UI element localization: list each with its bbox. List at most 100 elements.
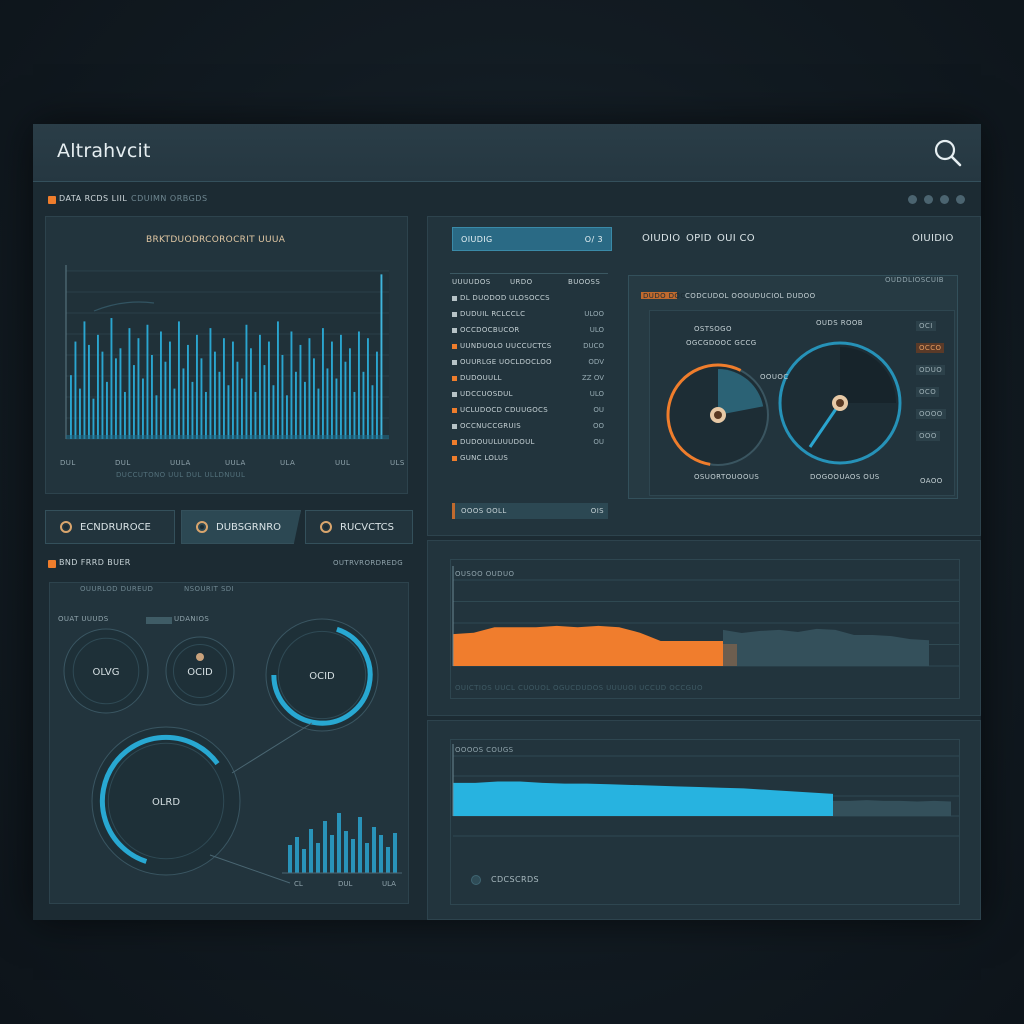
- gauge-legend-item: OCO: [916, 387, 940, 397]
- list-bullet-icon: [452, 424, 457, 429]
- bar-chart-bar: [340, 334, 342, 439]
- overview-header-item-2[interactable]: OPID: [686, 233, 712, 244]
- overview-select[interactable]: OIUDIG O/ 3: [452, 227, 612, 251]
- blue-area-inner: OOOOS COUGS CDCSCRDS: [450, 739, 960, 905]
- list-header-col-3: BUOOSS: [568, 278, 601, 286]
- bar-chart-bar: [115, 358, 117, 439]
- bar-chart-bar: [272, 385, 275, 439]
- list-bullet-icon: [452, 408, 457, 413]
- bar-chart-title: BRKTDUODRCOROCRIT UUUA: [146, 235, 286, 245]
- bar-chart-bar: [146, 324, 149, 439]
- gauge-panel-right-tag: OUDDLIOSCUIB: [885, 276, 945, 284]
- list-item-value: OO: [592, 422, 604, 430]
- bar-chart-x-tick: ULA: [280, 459, 296, 467]
- list-item-label: UUNDUOLO UUCCUCTCS: [460, 342, 552, 350]
- list-footer-select[interactable]: OOOS OOLL OIS: [452, 503, 608, 519]
- list-item[interactable]: OUURLGE UOCLDOCLOO ODV: [450, 356, 606, 372]
- tab-dashboard[interactable]: DUBSGRNRO: [181, 510, 301, 544]
- list-item-label: OCCDOCBUCOR: [460, 326, 520, 334]
- gauge1-bottom: OSUORTOUOOUS: [694, 473, 760, 481]
- bar-chart-bar: [79, 388, 81, 439]
- bar-chart-bar: [124, 391, 126, 439]
- ring-gauges: OLVG OCID OCID OLRD CL DUL ULA: [63, 618, 402, 888]
- tab-reports[interactable]: RUCVCTCS: [305, 510, 413, 544]
- window-dots[interactable]: [908, 195, 965, 204]
- bar-chart-bar: [245, 324, 248, 439]
- list-item[interactable]: UUNDUOLO UUCCUCTCS DUCO: [450, 340, 606, 356]
- blue-legend-label[interactable]: CDCSCRDS: [491, 875, 539, 884]
- list-item-value: ULOO: [584, 310, 604, 318]
- list-bullet-icon: [452, 392, 457, 397]
- bar-chart-bar: [331, 341, 333, 439]
- orange-area-panel: OUSOO OUDUO OUICTIOS UUCL CUOUOL OGUCDUD…: [427, 540, 981, 716]
- bar-chart-bar: [322, 328, 324, 439]
- bar-chart-bar: [133, 365, 135, 439]
- bar-chart-bar: [151, 355, 153, 439]
- list-item-value: ODV: [588, 358, 604, 366]
- list-bullet-icon: [452, 376, 457, 381]
- orange-area-fill: [453, 625, 723, 666]
- list-item-value: ULO: [589, 326, 604, 334]
- window-dot[interactable]: [940, 195, 949, 204]
- bar-chart-bar: [97, 334, 99, 439]
- circle-icon: [196, 521, 208, 533]
- list-item[interactable]: OCCNUCCGRUIS OO: [450, 420, 606, 436]
- bar-chart-bar: [250, 348, 252, 439]
- list-item[interactable]: DUDUIL RCLCCLC ULOO: [450, 308, 606, 324]
- list-item[interactable]: OCCDOCBUCOR ULO: [450, 324, 606, 340]
- dashboard-window: Altrahvcit DATA RCDS LIIL CDUIMN ORBGDS …: [33, 124, 981, 920]
- list-item-label: OUURLGE UOCLDOCLOO: [460, 358, 552, 366]
- mini-bar: [344, 831, 348, 873]
- window-dot[interactable]: [908, 195, 917, 204]
- bar-chart-bar: [335, 378, 338, 439]
- ring-gauge-label: OLRD: [152, 797, 180, 808]
- window-dot[interactable]: [956, 195, 965, 204]
- mini-bar: [386, 847, 390, 873]
- list-item[interactable]: DL DUODOD ULOSOCCS: [450, 292, 606, 308]
- bar-chart-bar: [155, 395, 158, 439]
- window-dot[interactable]: [924, 195, 933, 204]
- gauge-legend-item: OCI: [916, 321, 936, 331]
- list-item[interactable]: UDCCUOSDUL ULO: [450, 388, 606, 404]
- mini-bar: [393, 833, 397, 873]
- gauge-bottom-right: OAOO: [920, 477, 943, 485]
- overview-header-right[interactable]: OIUIDIO: [912, 233, 954, 244]
- tab-overview[interactable]: ECNDRUROCE: [45, 510, 175, 544]
- list-bullet-icon: [452, 456, 457, 461]
- gauges-section-right-label: OUTRVRORDREDG: [333, 559, 404, 567]
- app-title: Altrahvcit: [57, 140, 151, 162]
- overview-header-item-3[interactable]: OUI CO: [717, 233, 755, 244]
- search-icon[interactable]: [933, 138, 963, 168]
- list-item[interactable]: DUDOUULUUUDOUL OU: [450, 436, 606, 452]
- list-item-label: DUDUIL RCLCCLC: [460, 310, 526, 318]
- mini-bar: [351, 839, 355, 873]
- overview-panel: OIUDIG O/ 3 OIUDIO OPID OUI CO OIUIDIO U…: [427, 216, 981, 536]
- bar-chart-bar: [101, 351, 104, 439]
- bar-chart-bar: [74, 341, 77, 439]
- list-bullet-icon: [452, 344, 457, 349]
- overview-header-item-1[interactable]: OIUDIO: [642, 233, 680, 244]
- mini-bar: [379, 835, 383, 873]
- bar-chart-bar: [169, 341, 171, 439]
- bar-chart-bar: [200, 358, 203, 439]
- blue-area-chart: [452, 744, 959, 837]
- bar-chart-bar: [119, 348, 122, 439]
- metrics-list: UUUUDOS URDO BUOOSS DL DUODOD ULOSOCCS DU…: [450, 273, 608, 473]
- list-item[interactable]: GUNC LOLUS: [450, 452, 606, 468]
- bar-chart-bar: [223, 338, 225, 439]
- list-item-value: DUCO: [583, 342, 604, 350]
- list-item-label: DUDOUULL: [460, 374, 502, 382]
- tab-overview-label: ECNDRUROCE: [80, 521, 151, 533]
- list-header-col-2: URDO: [510, 278, 533, 286]
- bar-chart-bar: [380, 274, 383, 439]
- list-item[interactable]: UCLUDOCD CDUUGOCS OU: [450, 404, 606, 420]
- bar-chart-bar: [191, 381, 194, 439]
- mini-bar: [309, 829, 313, 873]
- bar-chart-bar: [344, 361, 347, 439]
- gauges-panel: OUAT UUUDS UDANIOS OUURLOD DUREUD NSOURI…: [49, 582, 409, 904]
- list-item[interactable]: DUDOUULL ZZ OV: [450, 372, 606, 388]
- gauge-panel-tag-label: DUDO DOC: [643, 292, 686, 300]
- bar-chart-bar: [277, 321, 279, 439]
- subheader-accent-dot: [48, 196, 56, 204]
- list-item-value: ULO: [589, 390, 604, 398]
